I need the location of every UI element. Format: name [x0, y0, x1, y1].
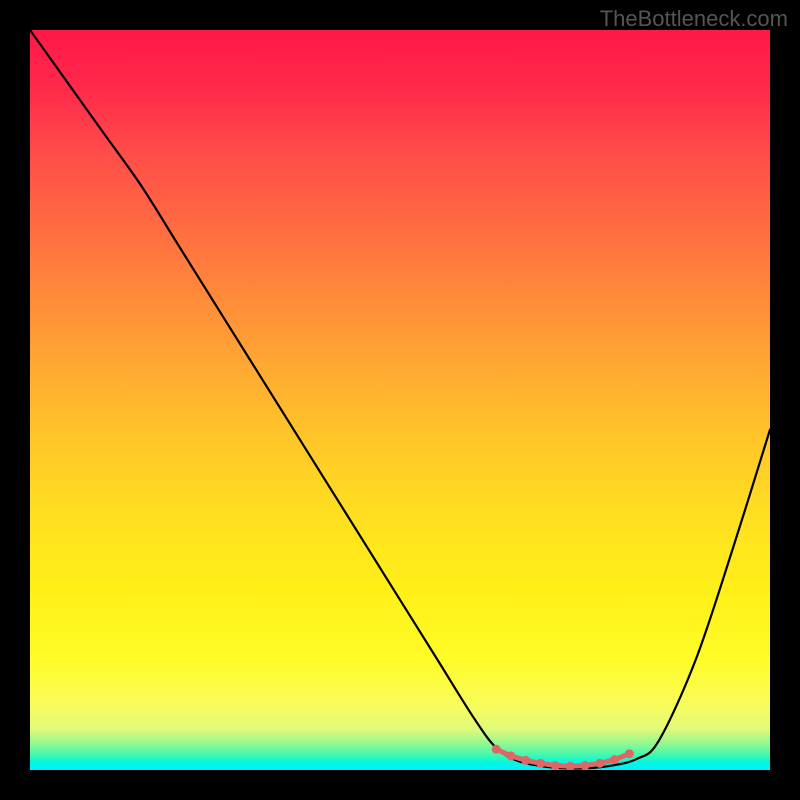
chart-plot-area	[30, 30, 770, 770]
watermark-text: TheBottleneck.com	[600, 6, 788, 32]
chart-background-gradient	[30, 30, 770, 770]
